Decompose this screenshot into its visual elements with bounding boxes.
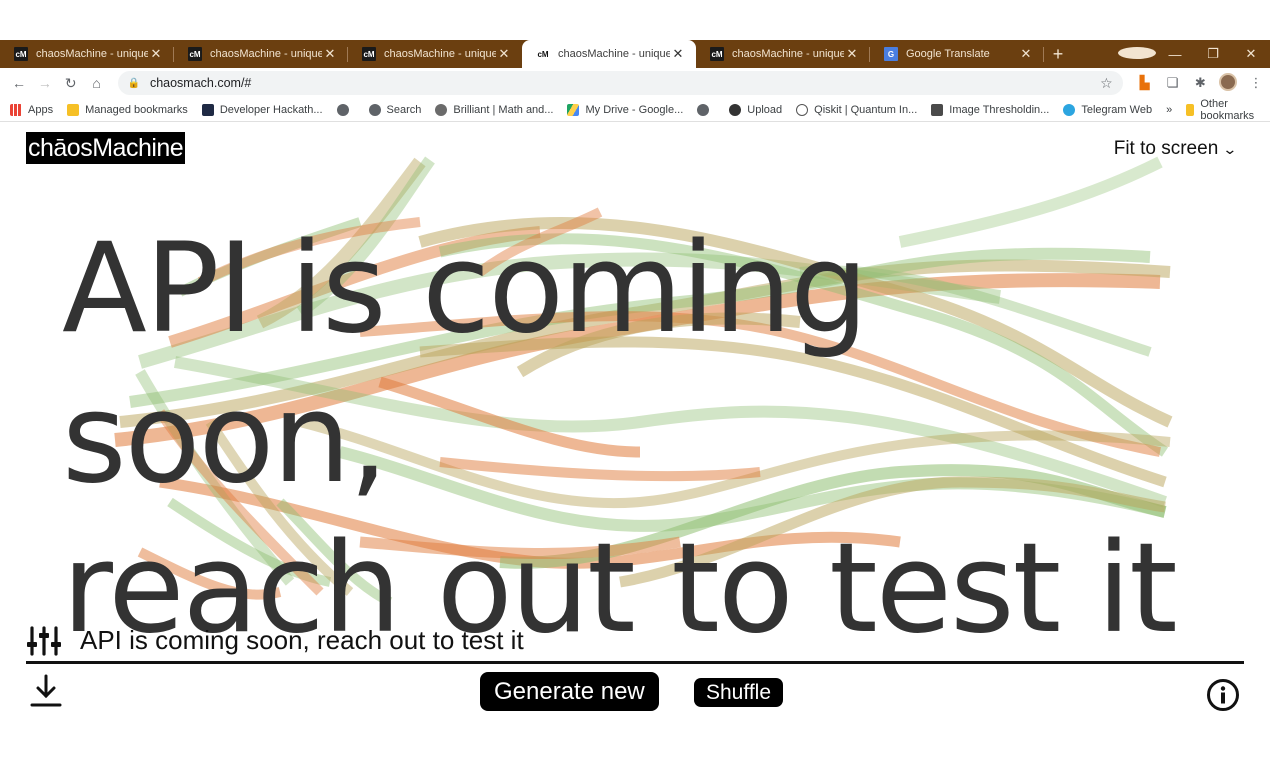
window-controls: — ❐ ✕ <box>1118 40 1270 68</box>
bookmark-upload[interactable]: Upload <box>729 103 782 116</box>
browser-tab-5[interactable]: cM chaosMachine - unique gen ✕ <box>696 40 870 68</box>
info-icon[interactable] <box>1206 678 1240 712</box>
url-text[interactable]: chaosmach.com/# <box>150 76 1100 90</box>
close-window-icon[interactable]: ✕ <box>1232 46 1270 62</box>
new-tab-plus-icon[interactable]: + <box>1044 40 1072 68</box>
close-tab-icon[interactable]: ✕ <box>148 46 164 62</box>
profile-avatar[interactable] <box>1214 72 1242 94</box>
brilliant-icon <box>435 103 448 116</box>
folder-icon <box>1186 103 1195 116</box>
tab-title: chaosMachine - unique gen <box>384 48 496 60</box>
extensions-puzzle-icon[interactable]: ✱ <box>1186 75 1214 91</box>
telegram-icon <box>1063 103 1076 116</box>
minimize-icon[interactable]: — <box>1156 47 1194 62</box>
generate-new-button[interactable]: Generate new <box>480 672 659 711</box>
chevron-down-icon: ⌄ <box>1222 140 1238 157</box>
bookmarks-bar: Apps Managed bookmarks Developer Hackath… <box>0 98 1270 122</box>
close-tab-icon[interactable]: ✕ <box>670 46 686 62</box>
bookmark-my-drive[interactable]: My Drive - Google... <box>567 103 683 116</box>
tab-title: chaosMachine - unique gen <box>732 48 844 60</box>
phrase-input[interactable] <box>80 625 1180 656</box>
globe-icon <box>697 103 710 116</box>
chaosmachine-favicon-icon: cM <box>188 47 202 61</box>
bookmark-managed[interactable]: Managed bookmarks <box>67 103 188 116</box>
home-icon[interactable]: ⌂ <box>84 75 110 91</box>
lock-icon[interactable]: 🔒 <box>128 78 140 89</box>
chaosmachine-favicon-icon: cM <box>536 47 550 61</box>
tab-separator <box>1043 47 1044 62</box>
bookmark-brilliant[interactable]: Brilliant | Math and... <box>435 103 553 116</box>
close-tab-icon[interactable]: ✕ <box>1018 46 1034 62</box>
site-logo[interactable]: chāosMachine <box>26 132 186 164</box>
bookmark-globe[interactable] <box>336 103 355 116</box>
browser-tab-1[interactable]: cM chaosMachine - unique gen ✕ <box>0 40 174 68</box>
close-tab-icon[interactable]: ✕ <box>322 46 338 62</box>
fit-to-screen-dropdown[interactable]: Fit to screen ⌄ <box>1113 138 1238 160</box>
forward-arrow-icon[interactable]: → <box>32 75 58 91</box>
omnibox[interactable]: 🔒 chaosmach.com/# ☆ <box>117 71 1123 95</box>
bookmark-globe-2[interactable] <box>697 103 715 116</box>
address-bar: ← → ↻ ⌂ 🔒 chaosmach.com/# ☆ ▙ ❏ ✱ ⋮ <box>0 68 1270 98</box>
browser-tab-3[interactable]: cM chaosMachine - unique gen ✕ <box>348 40 522 68</box>
back-arrow-icon[interactable]: ← <box>6 75 32 91</box>
profile-menu-icon[interactable] <box>1118 46 1156 62</box>
headline-text: API is coming soon, reach out to test it <box>62 214 1222 664</box>
image-icon <box>931 103 944 116</box>
bookmark-apps[interactable]: Apps <box>10 103 53 116</box>
bookmark-star-icon[interactable]: ☆ <box>1100 75 1113 92</box>
browser-tab-6[interactable]: G Google Translate ✕ <box>870 40 1044 68</box>
top-blank-area <box>0 0 1270 40</box>
bookmarks-overflow: » Other bookmarks <box>1166 98 1270 122</box>
chaosmachine-page: chāosMachine Fit to screen ⌄ API is comi… <box>0 122 1270 760</box>
sliders-settings-icon[interactable] <box>26 625 62 657</box>
other-bookmarks[interactable]: Other bookmarks <box>1200 98 1258 122</box>
browser-tab-2[interactable]: cM chaosMachine - unique gen ✕ <box>174 40 348 68</box>
bookmark-developer-hackath[interactable]: Developer Hackath... <box>201 103 323 116</box>
tab-title: chaosMachine - unique gen <box>36 48 148 60</box>
download-icon[interactable] <box>30 674 62 708</box>
browser-tab-bar: cM chaosMachine - unique gen ✕ cM chaosM… <box>0 40 1270 68</box>
bookmark-search[interactable]: Search <box>368 103 421 116</box>
tab-title: chaosMachine - unique gen <box>210 48 322 60</box>
google-translate-favicon-icon: G <box>884 47 898 61</box>
qiskit-icon <box>796 103 809 116</box>
more-bookmarks-chevron-icon[interactable]: » <box>1166 104 1172 116</box>
upload-icon <box>729 103 742 116</box>
chaosmachine-favicon-icon: cM <box>710 47 724 61</box>
fit-to-screen-label: Fit to screen <box>1113 138 1219 159</box>
h-icon <box>201 103 214 116</box>
shuffle-button[interactable]: Shuffle <box>694 678 783 707</box>
close-tab-icon[interactable]: ✕ <box>496 46 512 62</box>
globe-icon <box>368 103 381 116</box>
bookmark-qiskit[interactable]: Qiskit | Quantum In... <box>796 103 917 116</box>
browser-menu-icon[interactable]: ⋮ <box>1242 75 1270 91</box>
apps-grid-icon <box>10 103 22 116</box>
chaosmachine-favicon-icon: cM <box>14 47 28 61</box>
extension-orange-icon[interactable]: ▙ <box>1131 75 1159 91</box>
drive-icon <box>567 103 580 116</box>
folder-icon <box>67 103 80 116</box>
browser-tab-4-active[interactable]: cM chaosMachine - unique gen ✕ <box>522 40 696 68</box>
tab-title: chaosMachine - unique gen <box>558 48 670 60</box>
headline-line-1: API is coming soon, <box>62 217 869 511</box>
text-input-row <box>26 620 1244 664</box>
chaosmachine-favicon-icon: cM <box>362 47 376 61</box>
extension-copy-icon[interactable]: ❏ <box>1159 75 1187 91</box>
bookmark-image-thresholding[interactable]: Image Thresholdin... <box>931 103 1049 116</box>
reload-icon[interactable]: ↻ <box>58 75 84 92</box>
bookmark-telegram[interactable]: Telegram Web <box>1063 103 1152 116</box>
close-tab-icon[interactable]: ✕ <box>844 46 860 62</box>
globe-icon <box>336 103 349 116</box>
tab-title: Google Translate <box>906 48 990 60</box>
restore-icon[interactable]: ❐ <box>1194 46 1232 62</box>
